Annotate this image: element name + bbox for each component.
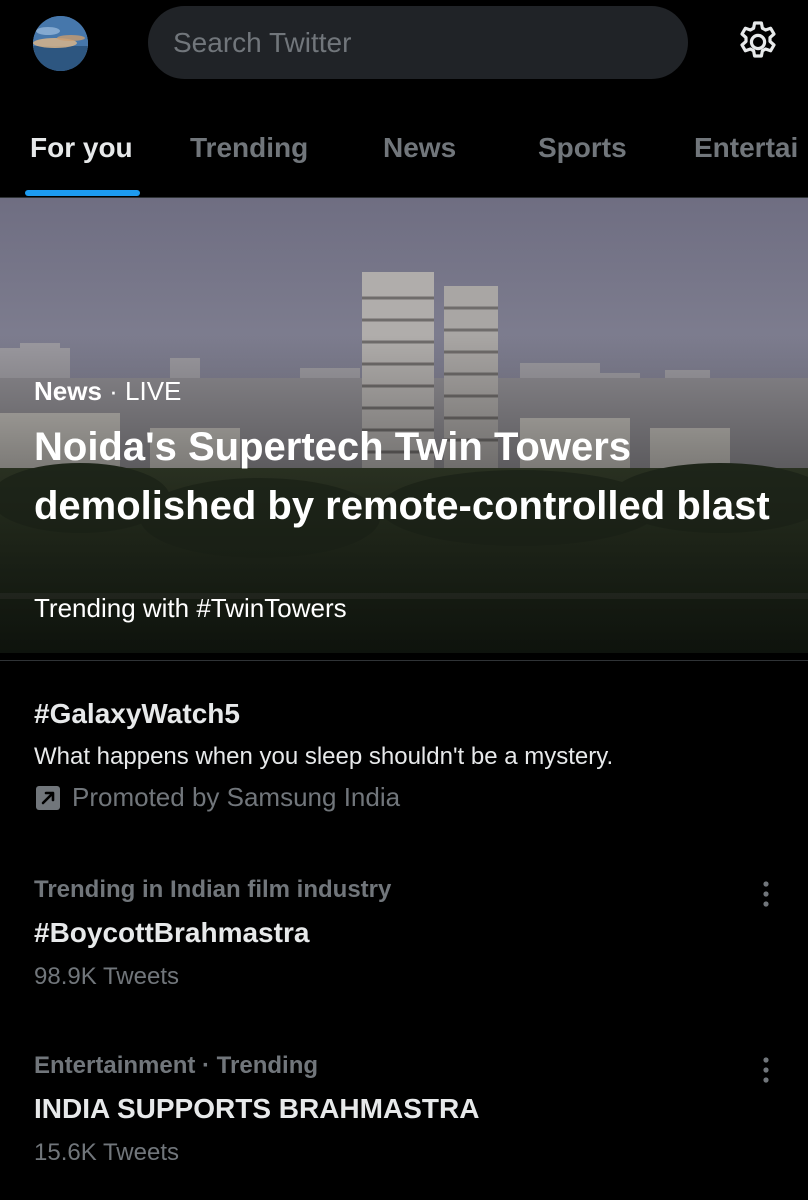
promoted-trend[interactable]: #GalaxyWatch5 What happens when you slee…	[0, 690, 808, 830]
tab-entertainment[interactable]: Entertai	[694, 132, 798, 164]
more-vertical-icon	[763, 881, 769, 907]
promoted-arrow-icon	[34, 784, 62, 812]
gear-icon	[740, 21, 776, 58]
trend-item[interactable]: Entertainment · Trending INDIA SUPPORTS …	[0, 1044, 808, 1184]
trend-context: Trending in Indian film industry	[34, 876, 392, 903]
settings-button[interactable]	[734, 18, 782, 66]
tab-for-you[interactable]: For you	[30, 132, 133, 164]
trend-context: Entertainment · Trending	[34, 1052, 319, 1079]
trend-tweet-count: 15.6K Tweets	[34, 1139, 179, 1166]
hero-news-card[interactable]: News · LIVE Noida's Supertech Twin Tower…	[0, 198, 808, 653]
hero-divider	[0, 660, 808, 661]
more-vertical-icon	[763, 1057, 769, 1083]
explore-tabs: For you Trending News Sports Entertai	[0, 110, 808, 198]
promoted-label: Promoted by Samsung India	[34, 782, 400, 813]
search-bar[interactable]	[148, 6, 688, 79]
more-options-button[interactable]	[752, 1054, 780, 1088]
trend-name: INDIA SUPPORTS BRAHMASTRA	[34, 1093, 480, 1124]
search-input[interactable]	[173, 26, 653, 59]
trend-name: #BoycottBrahmastra	[34, 917, 310, 948]
hero-subtitle: Trending with #TwinTowers	[34, 593, 347, 623]
more-options-button[interactable]	[752, 878, 780, 912]
avatar-sky-image	[33, 16, 88, 71]
tab-trending[interactable]: Trending	[190, 132, 308, 164]
hero-live-label: LIVE	[125, 376, 182, 406]
promoted-description: What happens when you sleep shouldn't be…	[34, 743, 614, 770]
tab-news[interactable]: News	[383, 132, 456, 164]
promoted-by-text: Promoted by Samsung India	[72, 782, 401, 812]
trend-tweet-count: 98.9K Tweets	[34, 963, 179, 990]
hero-separator: ·	[101, 376, 126, 406]
promoted-hashtag: #GalaxyWatch5	[34, 698, 240, 729]
tab-sports[interactable]: Sports	[538, 132, 627, 164]
trend-item[interactable]: Trending in Indian film industry #Boycot…	[0, 868, 808, 1008]
hero-title: Noida's Supertech Twin Towers demolished…	[34, 425, 770, 528]
hero-meta: News · LIVE	[34, 376, 181, 407]
top-header	[0, 0, 808, 92]
active-tab-indicator	[25, 190, 140, 196]
hero-category: News	[34, 376, 102, 406]
profile-avatar[interactable]	[33, 16, 88, 71]
